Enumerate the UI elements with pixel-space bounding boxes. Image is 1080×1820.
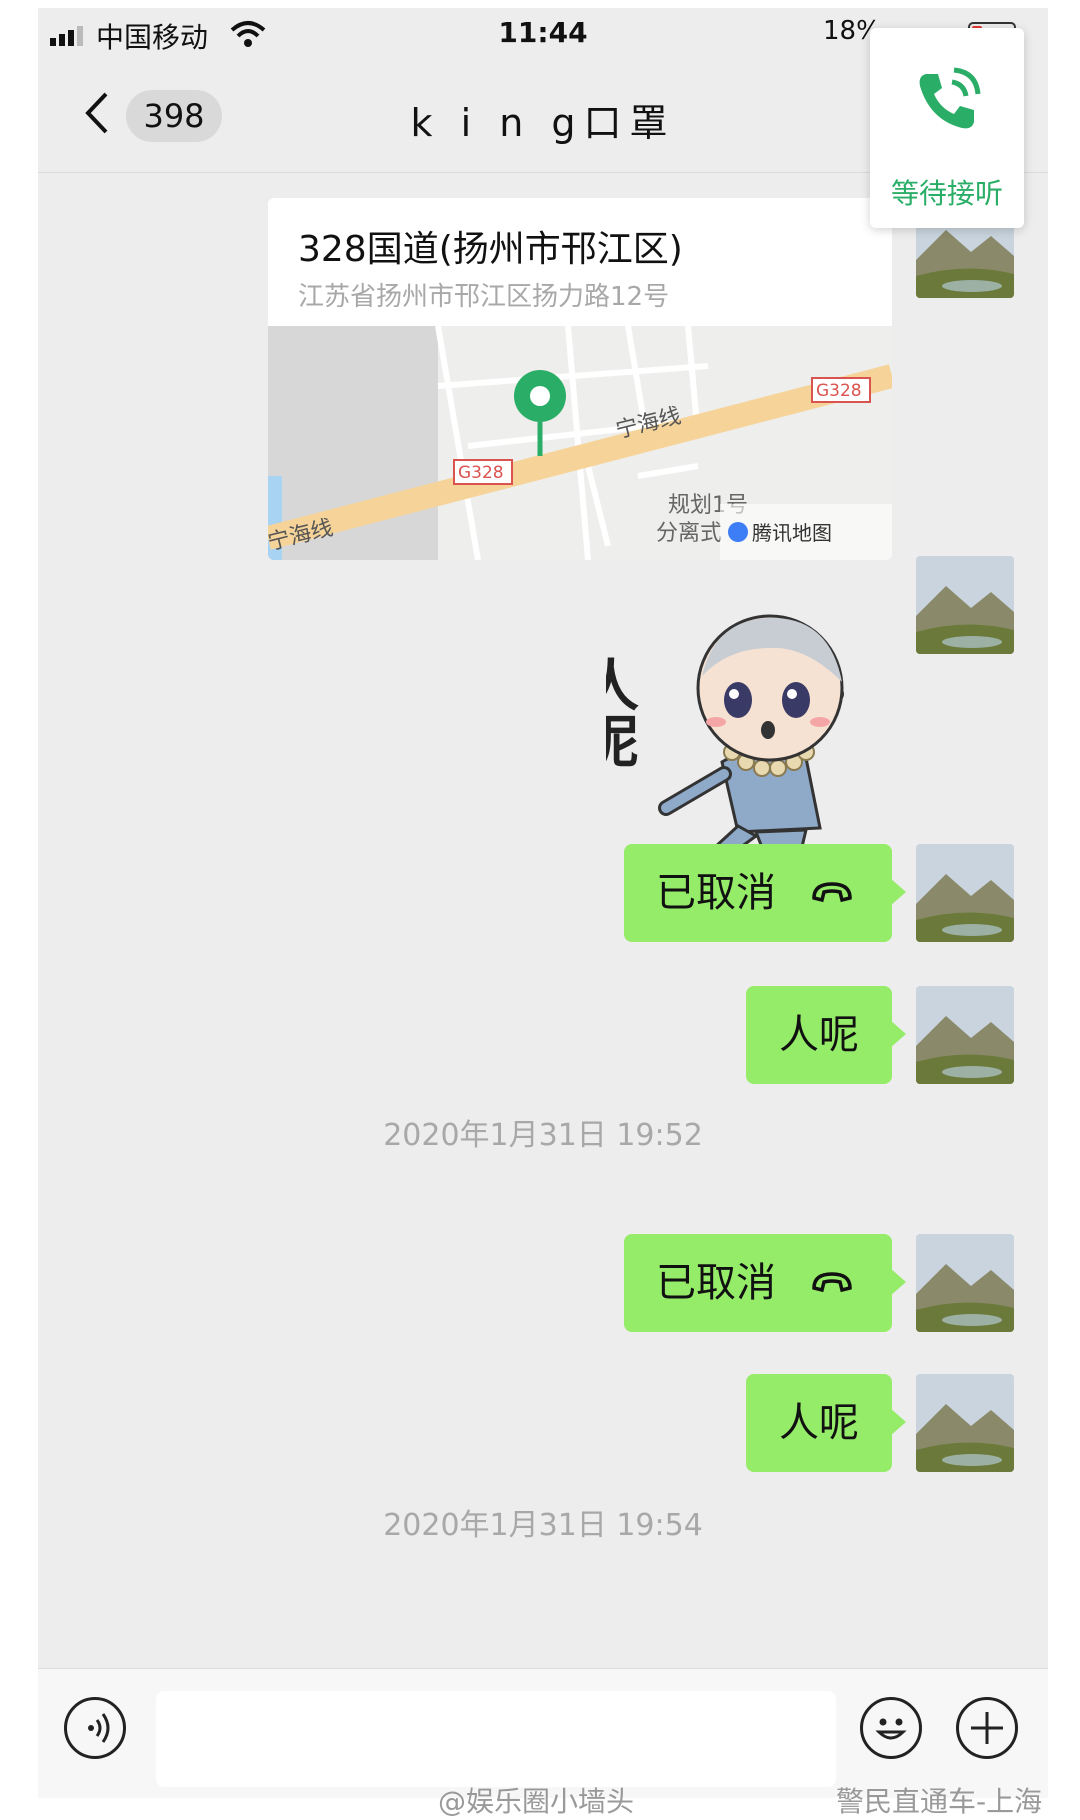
timestamp: 2020年1月31日 19:52: [383, 1118, 703, 1153]
call-status-text: 已取消: [656, 1260, 776, 1306]
call-waiting-widget[interactable]: 等待接听: [870, 28, 1024, 228]
hang-up-icon: [812, 882, 852, 903]
avatar[interactable]: [916, 1234, 1014, 1332]
chat-screen: 中国移动 11:44 18% 398 k i n g口罩 等待接听 328国道(…: [38, 8, 1048, 1798]
avatar[interactable]: [916, 986, 1014, 1084]
emoji-icon[interactable]: [860, 1697, 922, 1759]
road-shield-g328: G328: [816, 381, 862, 401]
voice-icon[interactable]: [64, 1697, 126, 1759]
location-address: 江苏省扬州市邗江区扬力路12号: [298, 282, 670, 312]
input-bar: [38, 1668, 1048, 1798]
watermark-left: @娱乐圈小墙头: [438, 1785, 635, 1818]
call-waiting-label: 等待接听: [890, 177, 1003, 210]
map-preview: G328 G328 宁海线 宁海线 规划1号 分离式 腾讯地图: [268, 326, 892, 560]
avatar[interactable]: [916, 844, 1014, 942]
timestamp: 2020年1月31日 19:54: [383, 1508, 703, 1543]
sticker-caption: 人呢: [606, 656, 639, 768]
call-cancelled-bubble[interactable]: 已取消: [624, 844, 906, 942]
text-message-bubble[interactable]: 人呢: [746, 1374, 906, 1472]
call-status-text: 已取消: [656, 870, 776, 916]
hang-up-icon: [812, 1272, 852, 1293]
text-message-bubble[interactable]: 人呢: [746, 986, 906, 1084]
avatar[interactable]: [916, 1374, 1014, 1472]
phone-icon: [919, 67, 981, 129]
avatar[interactable]: [916, 556, 1014, 654]
location-message[interactable]: 328国道(扬州市邗江区) 江苏省扬州市邗江区扬力路12号 G328 G328 …: [268, 198, 892, 560]
watermark-right: 警民直通车-上海: [836, 1785, 1043, 1818]
plus-icon[interactable]: [956, 1697, 1018, 1759]
map-provider-logo: 腾讯地图: [752, 521, 832, 545]
call-cancelled-bubble[interactable]: 已取消: [624, 1234, 906, 1332]
road-shield-g328: G328: [458, 463, 504, 483]
message-input[interactable]: [156, 1691, 836, 1787]
location-name: 328国道(扬州市邗江区): [298, 229, 683, 270]
map-road-label: 分离式: [656, 521, 722, 546]
